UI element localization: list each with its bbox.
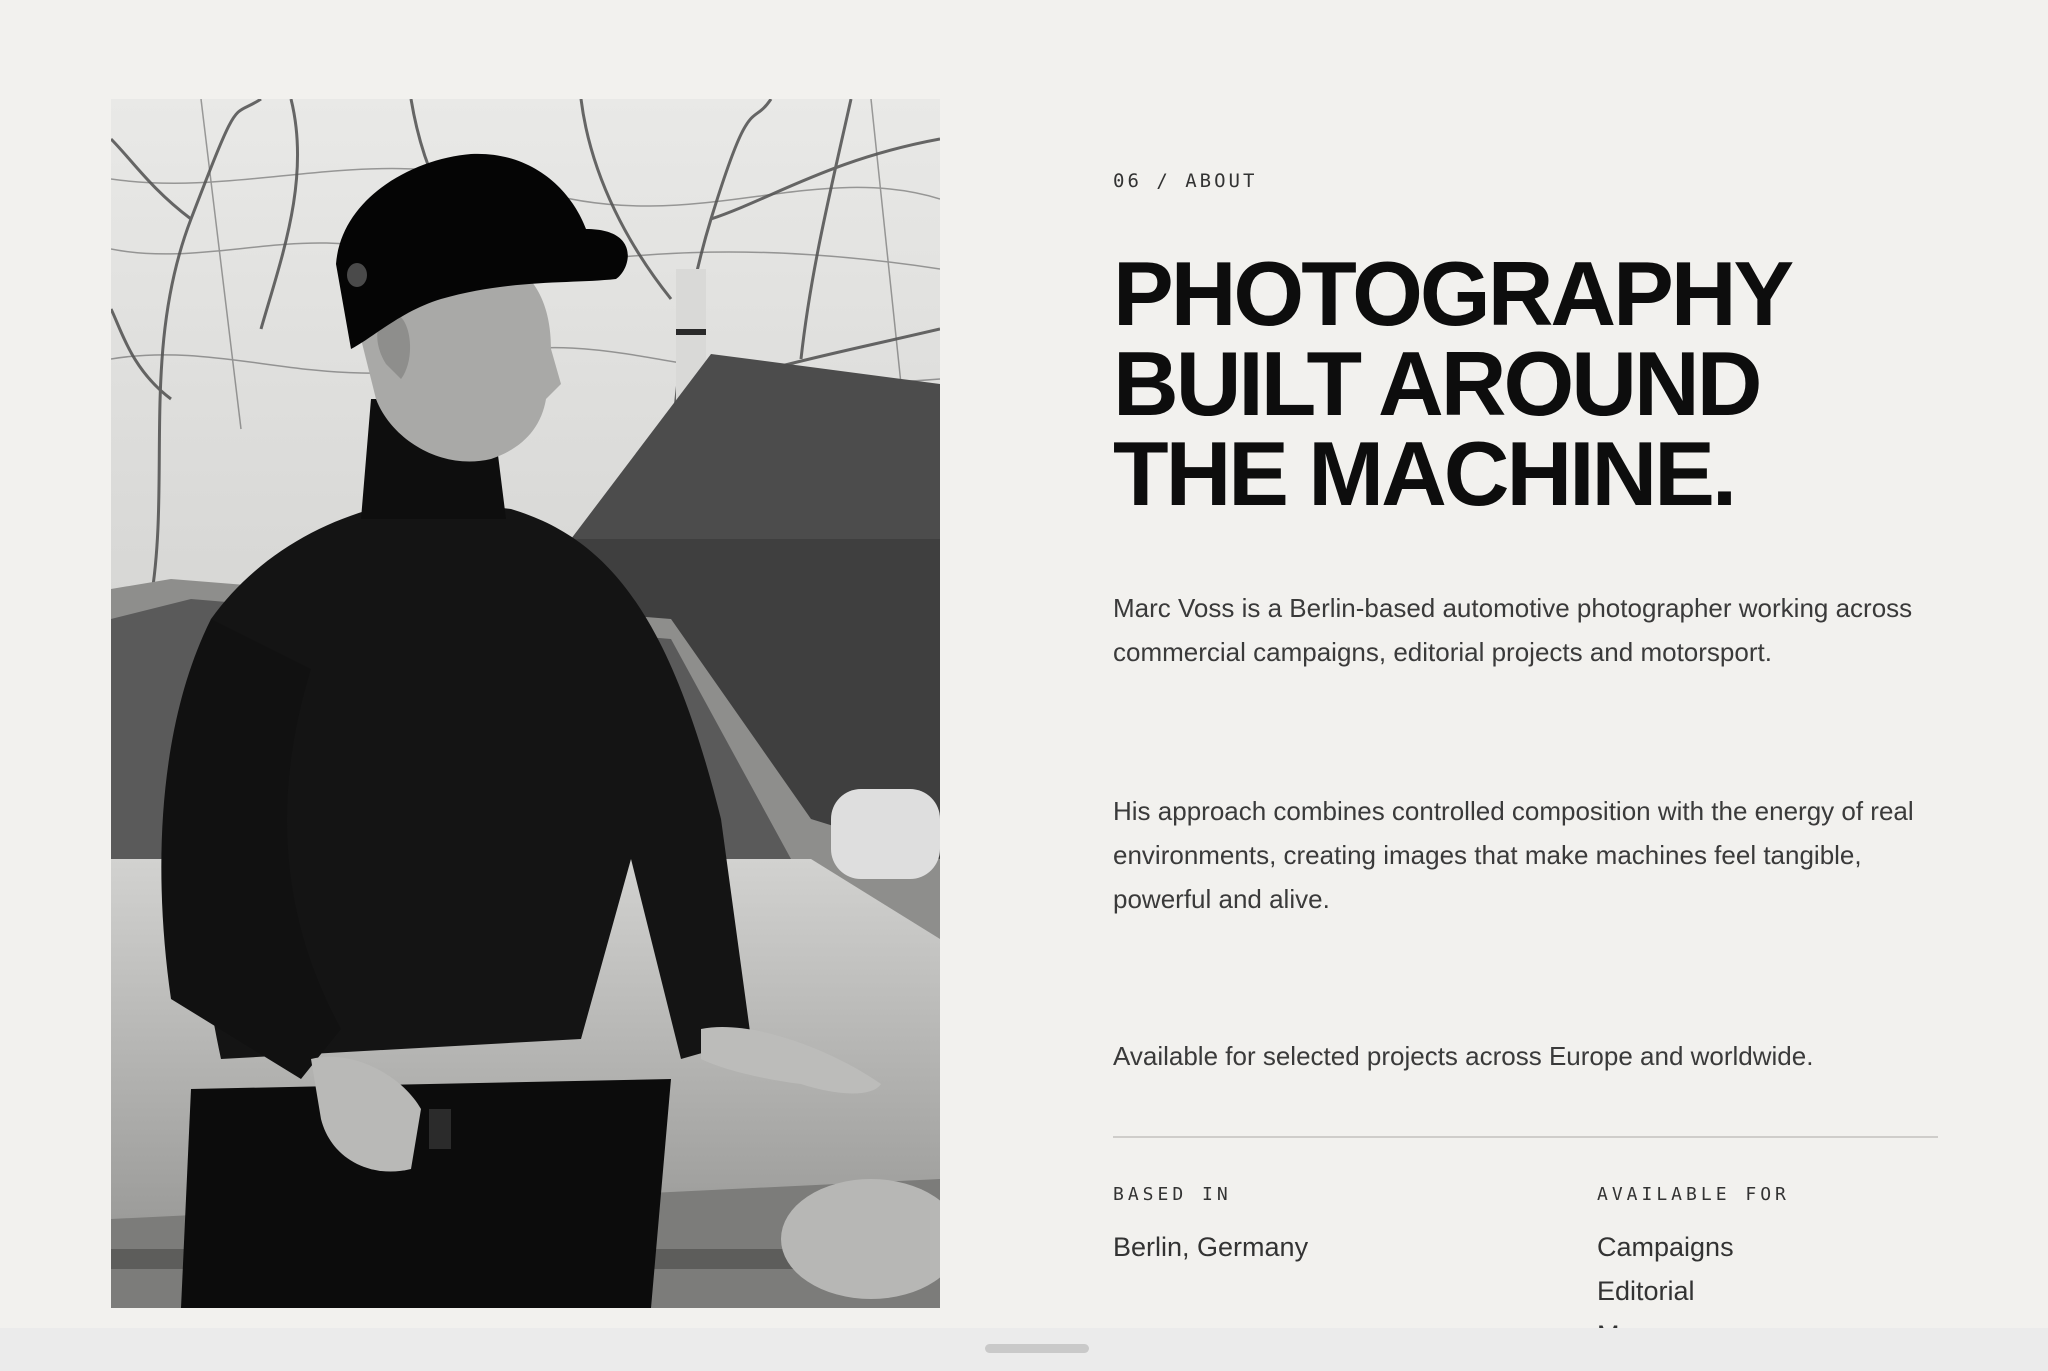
portrait-photo [111,99,940,1308]
available-for-label: AVAILABLE FOR [1597,1184,1790,1205]
based-in-value: Berlin, Germany [1113,1232,1309,1262]
based-in-label: BASED IN [1113,1184,1232,1205]
about-paragraph-1: Marc Voss is a Berlin-based automotive p… [1113,593,1913,667]
portrait-photo-illustration [111,99,940,1308]
about-headline: PHOTOGRAPHY BUILT AROUND THE MACHINE. [1113,244,1794,525]
available-for-item: Editorial [1597,1276,1695,1306]
scroll-handle[interactable] [985,1344,1089,1353]
section-divider [1113,1136,1938,1138]
about-paragraph-3: Available for selected projects across E… [1113,1041,1814,1071]
available-for-item: Campaigns [1597,1232,1734,1262]
section-eyebrow: 06 / ABOUT [1113,170,1258,192]
about-paragraph-2: His approach combines controlled composi… [1113,796,1914,914]
